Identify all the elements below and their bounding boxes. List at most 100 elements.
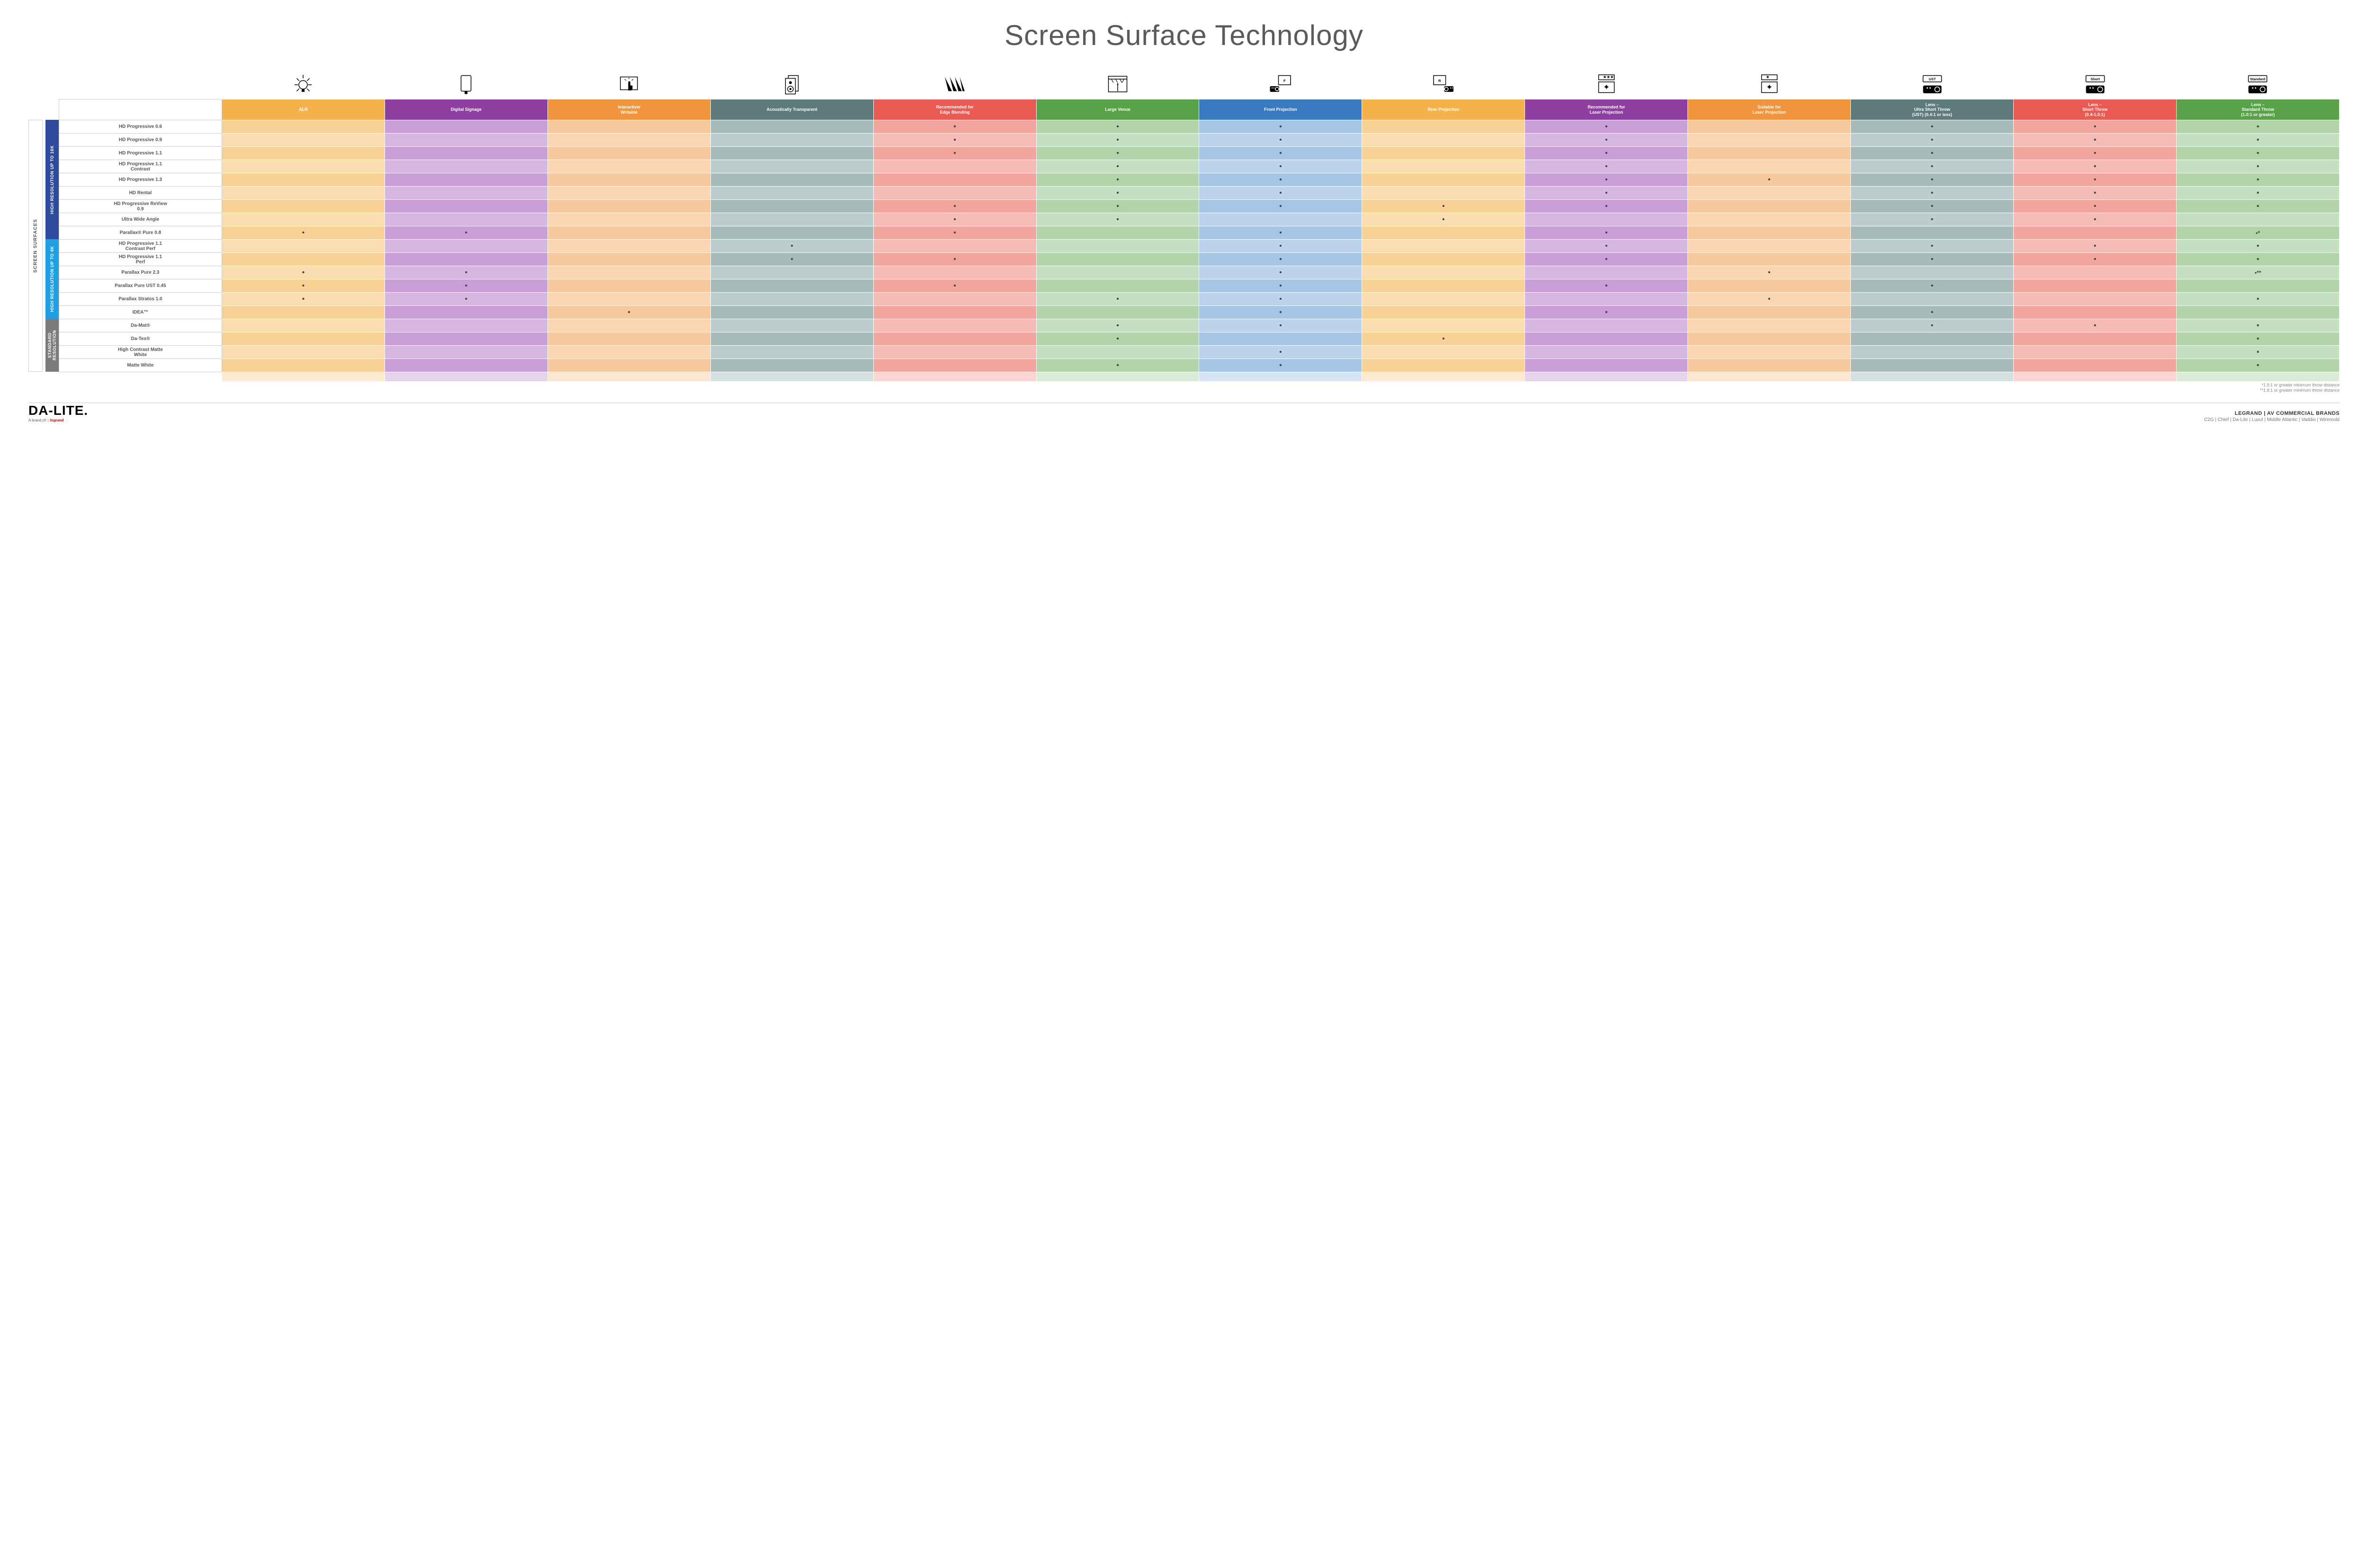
cell-9-rl	[1525, 240, 1688, 253]
cell-7-fp	[1199, 213, 1362, 226]
cell-14-st	[2014, 306, 2177, 319]
cell-8-ds	[385, 226, 547, 240]
cell-13-ust	[1851, 293, 2014, 306]
cell-12-at	[710, 279, 873, 293]
row-16: Da-Tex®	[59, 332, 222, 346]
cell-11-ust	[1851, 266, 2014, 279]
cell-0-lv	[1036, 120, 1199, 134]
cell-3-ust	[1851, 160, 2014, 173]
cell-18-fp	[1199, 359, 1362, 372]
front-icon: F	[1199, 66, 1362, 99]
cell-6-st	[2014, 200, 2177, 213]
cell-11-iw	[547, 266, 710, 279]
cell-3-fp	[1199, 160, 1362, 173]
cell-7-at	[710, 213, 873, 226]
cell-11-lv	[1036, 266, 1199, 279]
row-1: HD Progressive 0.9	[59, 134, 222, 147]
cell-2-alr	[222, 147, 385, 160]
cell-4-iw	[547, 173, 710, 187]
cell-14-ust	[1851, 306, 2014, 319]
cell-5-rp	[1362, 187, 1525, 200]
svg-text:R: R	[1438, 79, 1441, 83]
cell-18-rl	[1525, 359, 1688, 372]
cell-3-iw	[547, 160, 710, 173]
cell-15-ust	[1851, 319, 2014, 332]
cell-12-ds	[385, 279, 547, 293]
cell-18-at	[710, 359, 873, 372]
svg-text:Standard: Standard	[2250, 77, 2266, 81]
cell-16-eb	[873, 332, 1036, 346]
cell-9-std	[2176, 240, 2339, 253]
cell-7-lv	[1036, 213, 1199, 226]
cell-10-rl	[1525, 253, 1688, 266]
cell-3-at	[710, 160, 873, 173]
cell-2-eb	[873, 147, 1036, 160]
row-17: High Contrast MatteWhite	[59, 346, 222, 359]
group-standard-resolution: STANDARD RESOLUTION	[45, 319, 59, 372]
cell-8-alr	[222, 226, 385, 240]
svg-text:F: F	[1283, 79, 1286, 83]
svg-text:✦: ✦	[1766, 83, 1773, 92]
cell-4-rp	[1362, 173, 1525, 187]
cell-6-alr	[222, 200, 385, 213]
cell-14-std	[2176, 306, 2339, 319]
cell-9-st	[2014, 240, 2177, 253]
cell-15-alr	[222, 319, 385, 332]
cell-15-ds	[385, 319, 547, 332]
cell-14-alr	[222, 306, 385, 319]
cell-6-iw	[547, 200, 710, 213]
col-alr: ALR	[222, 99, 385, 120]
cell-17-rp	[1362, 346, 1525, 359]
cell-9-at	[710, 240, 873, 253]
cell-4-ds	[385, 173, 547, 187]
cell-4-at	[710, 173, 873, 187]
rear-icon: R	[1362, 66, 1525, 99]
cell-11-eb	[873, 266, 1036, 279]
cell-17-alr	[222, 346, 385, 359]
cell-4-lv	[1036, 173, 1199, 187]
cell-6-ust	[1851, 200, 2014, 213]
cell-12-rl	[1525, 279, 1688, 293]
cell-14-rl	[1525, 306, 1688, 319]
row-18: Matte White	[59, 359, 222, 372]
cell-9-iw	[547, 240, 710, 253]
short-icon: Short	[2014, 66, 2177, 99]
cell-3-lv	[1036, 160, 1199, 173]
cell-13-lv	[1036, 293, 1199, 306]
cell-1-iw	[547, 134, 710, 147]
cell-7-ds	[385, 213, 547, 226]
cell-2-ds	[385, 147, 547, 160]
cell-18-sl	[1688, 359, 1851, 372]
cell-8-lv	[1036, 226, 1199, 240]
cell-6-std	[2176, 200, 2339, 213]
cell-11-rl	[1525, 266, 1688, 279]
touch-icon	[547, 66, 710, 99]
cell-8-st	[2014, 226, 2177, 240]
cell-4-ust	[1851, 173, 2014, 187]
col-at: Acoustically Transparent	[710, 99, 873, 120]
cell-17-sl	[1688, 346, 1851, 359]
row-15: Da-Mat®	[59, 319, 222, 332]
cell-7-ust	[1851, 213, 2014, 226]
cell-16-lv	[1036, 332, 1199, 346]
cell-2-rp	[1362, 147, 1525, 160]
cell-4-sl	[1688, 173, 1851, 187]
cell-7-rl	[1525, 213, 1688, 226]
cell-5-std	[2176, 187, 2339, 200]
cell-9-alr	[222, 240, 385, 253]
cell-8-iw	[547, 226, 710, 240]
cell-11-ds	[385, 266, 547, 279]
cell-10-iw	[547, 253, 710, 266]
cell-9-rp	[1362, 240, 1525, 253]
cell-8-rp	[1362, 226, 1525, 240]
cell-1-rl	[1525, 134, 1688, 147]
row-2: HD Progressive 1.1	[59, 147, 222, 160]
cell-15-iw	[547, 319, 710, 332]
cell-2-at	[710, 147, 873, 160]
row-8: Parallax® Pure 0.8	[59, 226, 222, 240]
col-sl: Suitable forLaser Projection	[1688, 99, 1851, 120]
svg-text:Short: Short	[2090, 77, 2100, 81]
cell-17-ust	[1851, 346, 2014, 359]
surface-table: FR★★★✦★✦USTShortStandardFEATURESALRDigit…	[59, 66, 2340, 382]
cell-12-sl	[1688, 279, 1851, 293]
